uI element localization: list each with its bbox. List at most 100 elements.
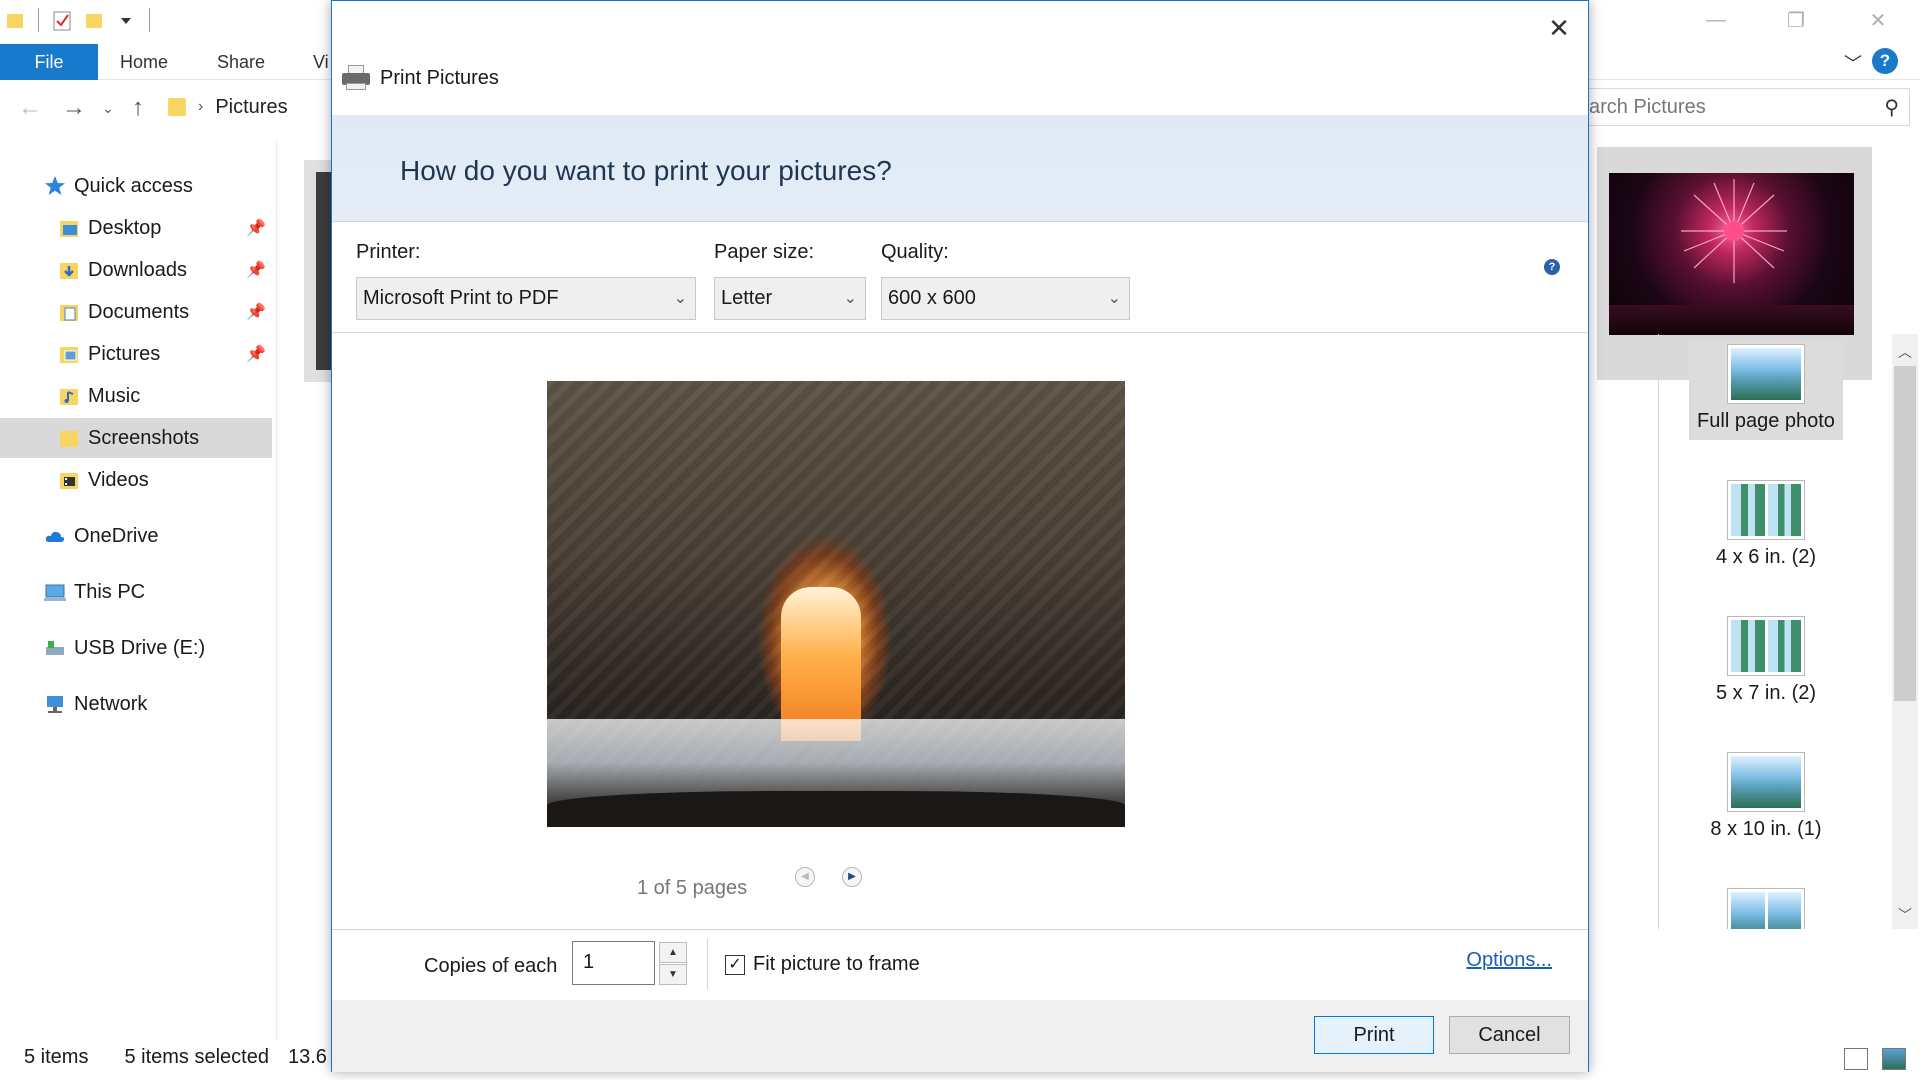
nav-label: Videos <box>88 468 149 491</box>
new-folder-icon[interactable] <box>85 8 103 32</box>
chevron-down-icon[interactable]: ﹀ <box>1844 50 1862 76</box>
nav-label: Pictures <box>88 342 161 365</box>
copies-input[interactable]: 1 <box>572 941 655 985</box>
help-icon[interactable]: ? <box>1544 259 1560 275</box>
scroll-up-arrow[interactable]: ︿ <box>1892 342 1918 362</box>
nav-item-music[interactable]: Music <box>0 376 272 416</box>
layout-label: Full page photo <box>1697 410 1835 432</box>
paper-size-value: Letter <box>721 287 773 309</box>
paper-size-select[interactable]: Letter ⌄ <box>714 277 866 320</box>
help-button[interactable]: ? <box>1872 48 1898 74</box>
copies-increment-button[interactable]: ▲ <box>659 942 687 963</box>
scroll-down-arrow[interactable]: ﹀ <box>1892 905 1918 925</box>
nav-item-this-pc[interactable]: This PC <box>0 572 272 612</box>
layout-4x6[interactable]: 4 x 6 in. (2) <box>1689 476 1843 576</box>
next-page-button[interactable]: ▶ <box>842 867 862 887</box>
nav-label: Downloads <box>88 258 187 281</box>
music-folder-icon <box>60 389 78 405</box>
nav-label: Screenshots <box>88 426 200 449</box>
layout-5x7[interactable]: 5 x 7 in. (2) <box>1689 612 1843 712</box>
toolbar-separator <box>149 8 150 32</box>
videos-folder-icon <box>60 473 78 489</box>
nav-item-onedrive[interactable]: OneDrive <box>0 516 272 556</box>
computer-icon <box>44 584 66 601</box>
quality-value: 600 x 600 <box>888 287 976 309</box>
forward-arrow-icon[interactable]: → <box>62 94 86 122</box>
search-input[interactable]: arch Pictures ⚲ <box>1580 88 1910 126</box>
recent-dropdown-icon[interactable]: ⌄ <box>102 100 114 117</box>
cancel-button[interactable]: Cancel <box>1449 1016 1570 1054</box>
nav-item-network[interactable]: Network <box>0 684 272 724</box>
nav-item-pictures[interactable]: Pictures 📌 <box>0 334 272 374</box>
nav-item-videos[interactable]: Videos <box>0 460 272 500</box>
previous-page-button[interactable]: ◀ <box>795 867 815 887</box>
file-thumbnail[interactable] <box>304 160 332 382</box>
fit-to-frame-option[interactable]: ✓ Fit picture to frame <box>725 953 920 976</box>
fit-to-frame-checkbox[interactable]: ✓ <box>725 954 745 975</box>
layout-label: 8 x 10 in. (1) <box>1710 818 1822 840</box>
nav-label: OneDrive <box>74 524 159 547</box>
pin-icon[interactable]: 📌 <box>246 218 266 238</box>
tab-file[interactable]: File <box>0 44 98 80</box>
pictures-folder-icon <box>60 347 78 363</box>
quick-access-toolbar <box>6 8 150 32</box>
layout-thumbnail <box>1727 344 1805 404</box>
close-window-button[interactable]: ✕ <box>1858 6 1898 34</box>
documents-folder-icon <box>60 305 78 321</box>
printer-select[interactable]: Microsoft Print to PDF ⌄ <box>356 277 696 320</box>
address-text: Pictures <box>215 95 288 118</box>
nav-item-quick-access[interactable]: Quick access <box>0 166 272 206</box>
view-toggle <box>1844 1048 1906 1070</box>
nav-item-downloads[interactable]: Downloads 📌 <box>0 250 272 290</box>
tab-view[interactable]: Vi <box>313 44 329 80</box>
nav-item-screenshots[interactable]: Screenshots <box>0 418 272 458</box>
selected-count: 5 items selected <box>124 1046 269 1068</box>
nav-item-usb-drive[interactable]: USB Drive (E:) <box>0 628 272 668</box>
nav-label: Documents <box>88 300 190 323</box>
status-bar: 5 items 5 items selected <box>24 1046 269 1069</box>
details-view-icon[interactable] <box>1844 1048 1868 1070</box>
tab-home[interactable]: Home <box>120 44 168 80</box>
print-button[interactable]: Print <box>1314 1016 1434 1054</box>
folder-icon[interactable] <box>6 8 24 32</box>
folder-icon <box>60 431 78 447</box>
tab-share[interactable]: Share <box>217 44 265 80</box>
selected-size: 13.6 <box>288 1046 327 1068</box>
maximize-button[interactable]: ❐ <box>1776 6 1816 34</box>
chevron-down-icon: ⌄ <box>843 290 857 307</box>
nav-item-documents[interactable]: Documents 📌 <box>0 292 272 332</box>
scrollbar-thumb[interactable] <box>1894 366 1916 701</box>
nav-item-desktop[interactable]: Desktop 📌 <box>0 208 272 248</box>
layout-label: 4 x 6 in. (2) <box>1715 546 1817 568</box>
copies-decrement-button[interactable]: ▼ <box>659 964 687 985</box>
up-arrow-icon[interactable]: ↑ <box>132 94 144 122</box>
pin-icon[interactable]: 📌 <box>246 260 266 280</box>
search-icon[interactable]: ⚲ <box>1884 95 1899 120</box>
pin-icon[interactable]: 📌 <box>246 302 266 322</box>
close-icon[interactable]: ✕ <box>1544 13 1574 44</box>
pin-icon[interactable]: 📌 <box>246 344 266 364</box>
row-divider <box>707 939 708 989</box>
layout-preview-image <box>1767 484 1801 536</box>
layout-wallet[interactable] <box>1689 884 1843 929</box>
customize-dropdown-icon[interactable] <box>117 8 135 32</box>
back-arrow-icon[interactable]: ← <box>18 94 42 122</box>
usb-drive-icon <box>46 641 64 655</box>
folder-icon <box>168 98 186 116</box>
layout-full-page-photo[interactable]: Full page photo <box>1689 340 1843 440</box>
address-bar[interactable]: › Pictures <box>168 90 348 124</box>
sunlit-arch <box>781 587 861 741</box>
foreground-rocks <box>547 791 1125 827</box>
printer-label: Printer: <box>356 241 421 263</box>
layout-gallery: Full page photo 4 x 6 in. (2) 5 x 7 in. … <box>1659 334 1918 929</box>
options-link[interactable]: Options... <box>1466 949 1552 972</box>
quality-select[interactable]: 600 x 600 ⌄ <box>881 277 1130 320</box>
large-icons-view-icon[interactable] <box>1882 1048 1906 1070</box>
minimize-button[interactable]: — <box>1696 6 1736 34</box>
layout-preview-image <box>1767 892 1801 929</box>
properties-icon[interactable] <box>53 8 71 32</box>
dialog-title: Print Pictures <box>342 65 499 91</box>
gallery-scrollbar[interactable]: ︿ ﹀ <box>1892 334 1918 929</box>
layout-8x10[interactable]: 8 x 10 in. (1) <box>1689 748 1843 848</box>
quality-label: Quality: <box>881 241 949 263</box>
